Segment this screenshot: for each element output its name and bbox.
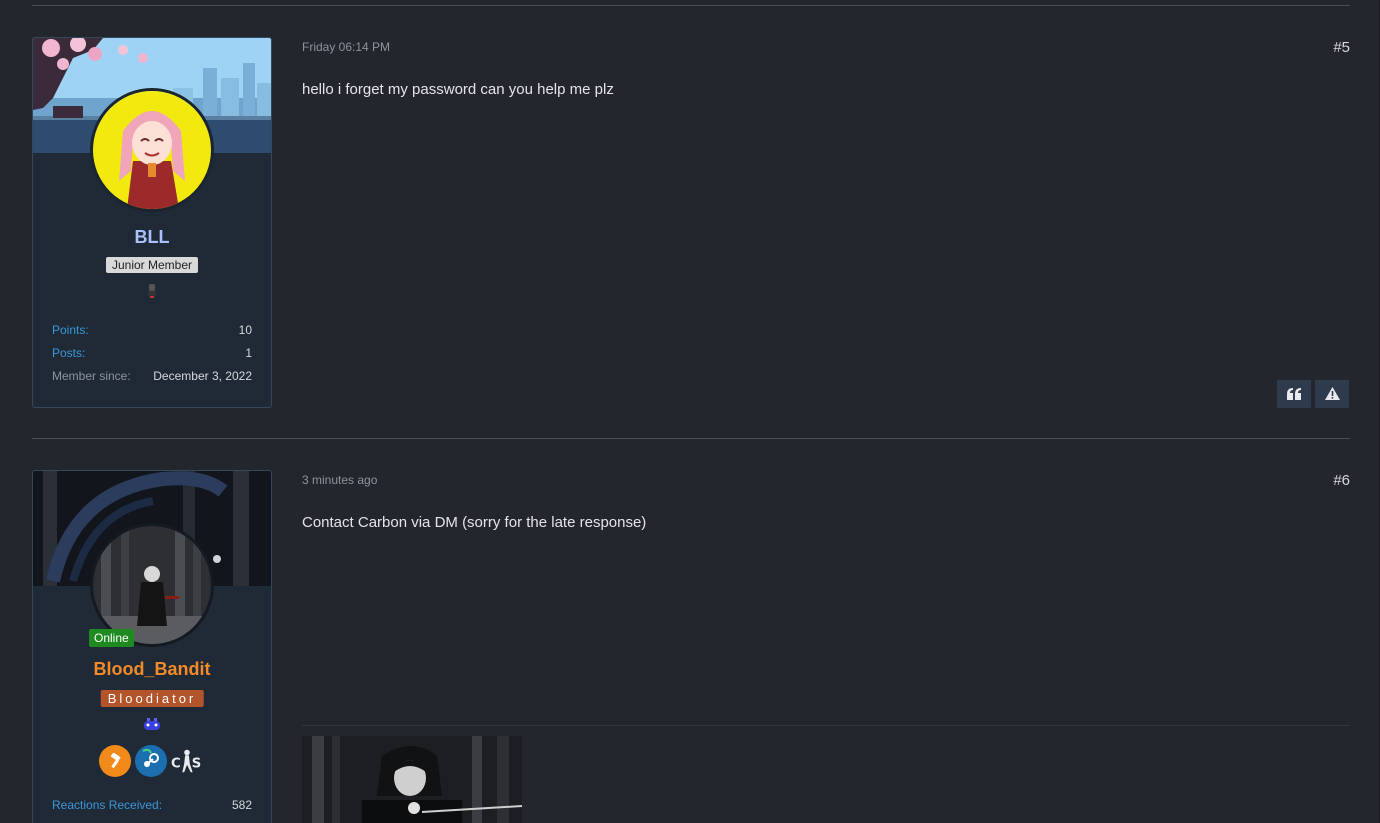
svg-text:C: C (171, 757, 181, 772)
rank-icon (146, 283, 158, 303)
counter-strike-icon[interactable]: C S (171, 745, 203, 777)
stat-member-since: Member since: December 3, 2022 (52, 369, 252, 383)
post-content: hello i forget my password can you help … (302, 81, 614, 98)
post-date[interactable]: 3 minutes ago (302, 473, 377, 487)
report-button[interactable] (1315, 380, 1349, 408)
username[interactable]: Blood_Bandit (33, 659, 271, 680)
stat-value: 10 (238, 323, 252, 337)
stat-reactions: Reactions Received: 582 (52, 798, 252, 812)
stat-value: 582 (231, 798, 252, 812)
stat-label[interactable]: Reactions Received: (52, 798, 162, 812)
quote-button[interactable] (1277, 380, 1311, 408)
stat-value: December 3, 2022 (153, 369, 252, 383)
steam-icon[interactable] (135, 745, 167, 777)
stat-value: 1 (245, 346, 252, 360)
user-card: BLL Junior Member Points: 10 Posts: 1 Me… (32, 37, 272, 408)
stat-label: Member since: (52, 369, 131, 383)
svg-text:S: S (192, 757, 201, 772)
signature-divider (302, 725, 1350, 726)
post-5: BLL Junior Member Points: 10 Posts: 1 Me… (32, 37, 1350, 408)
signature-image (302, 736, 522, 823)
rank-icon (142, 717, 162, 736)
post-content: Contact Carbon via DM (sorry for the lat… (302, 514, 647, 531)
stat-label[interactable]: Points: (52, 323, 89, 337)
post-number[interactable]: #6 (1333, 472, 1350, 489)
user-card: Online Blood_Bandit Bloodiator C S React… (32, 470, 272, 823)
post-date[interactable]: Friday 06:14 PM (302, 40, 390, 54)
hammer-icon[interactable] (99, 745, 131, 777)
stat-label[interactable]: Posts: (52, 346, 85, 360)
avatar[interactable] (90, 88, 214, 212)
post-divider (32, 438, 1350, 439)
stat-points: Points: 10 (52, 323, 252, 337)
post-number[interactable]: #5 (1333, 39, 1350, 56)
post-6: Online Blood_Bandit Bloodiator C S React… (32, 470, 1350, 823)
user-title-badge: Junior Member (105, 257, 199, 273)
stat-posts: Posts: 1 (52, 346, 252, 360)
post-divider (32, 5, 1350, 6)
online-status-badge: Online (89, 629, 134, 647)
username[interactable]: BLL (33, 227, 271, 248)
user-title-badge: Bloodiator (100, 690, 204, 707)
quote-icon (1287, 385, 1301, 404)
thread-page: BLL Junior Member Points: 10 Posts: 1 Me… (0, 0, 1380, 823)
warning-icon (1324, 385, 1340, 404)
